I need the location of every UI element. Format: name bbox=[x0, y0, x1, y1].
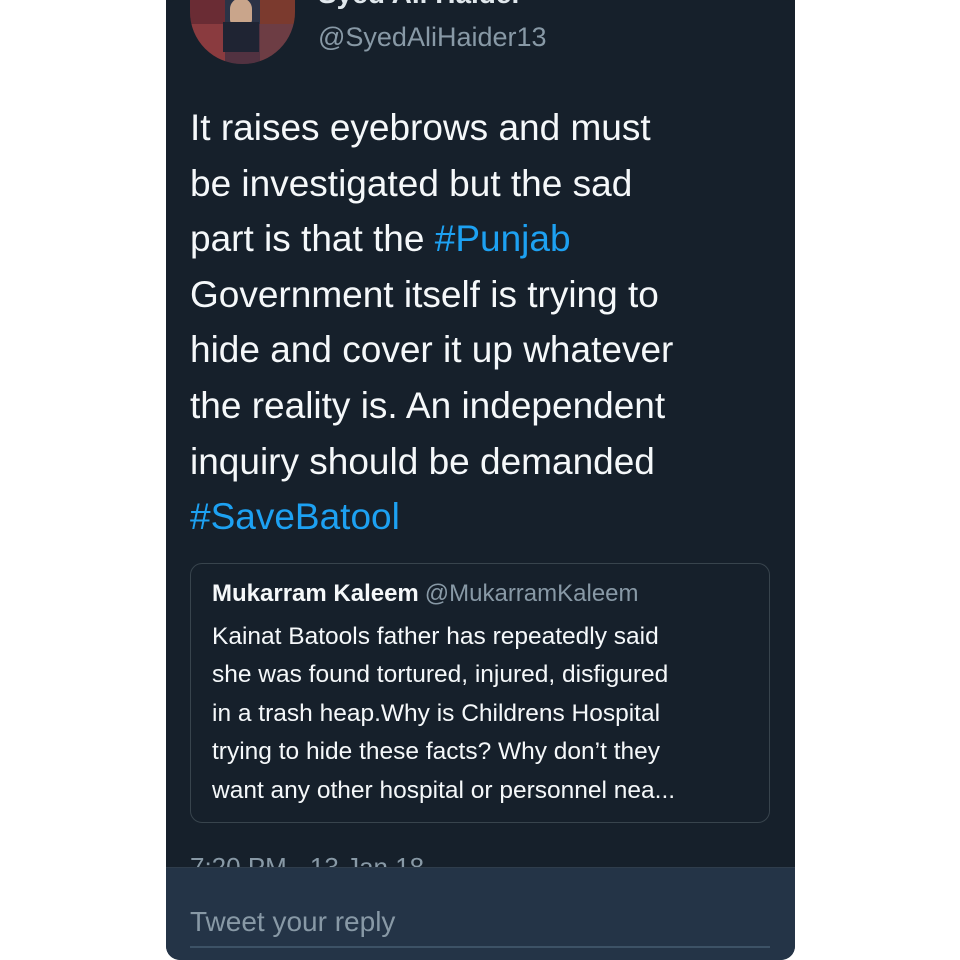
avatar-tile bbox=[190, 0, 225, 24]
quoted-author-handle: @MukarramKaleem bbox=[424, 580, 639, 607]
reply-bar bbox=[166, 867, 795, 960]
quoted-line: Kainat Batools father has repeatedly sai… bbox=[212, 623, 659, 650]
avatar-suit bbox=[223, 22, 259, 52]
tweet-detail-screen: Syed Ali Haider @SyedAliHaider13 It rais… bbox=[166, 0, 795, 960]
quoted-tweet-card[interactable]: Mukarram Kaleem @MukarramKaleem Kainat Ba… bbox=[190, 563, 770, 823]
avatar-tile bbox=[260, 24, 295, 64]
quoted-tweet-text: Kainat Batools father has repeatedly sai… bbox=[212, 618, 675, 810]
tweet-text-segment: It raises eyebrows and must bbox=[190, 107, 651, 148]
author-display-name[interactable]: Syed Ali Haider bbox=[318, 0, 522, 10]
avatar-face bbox=[230, 0, 252, 24]
tweet-text-segment: hide and cover it up whatever bbox=[190, 329, 674, 371]
tweet-line: It raises eyebrows and must bbox=[190, 100, 770, 156]
avatar[interactable] bbox=[190, 0, 295, 64]
avatar-tile bbox=[190, 24, 225, 64]
tweet-line: the reality is. An independent bbox=[190, 378, 770, 434]
reply-input[interactable] bbox=[190, 898, 770, 948]
tweet-text: It raises eyebrows and must be investiga… bbox=[190, 100, 770, 545]
tweet-line: Government itself is trying to bbox=[190, 267, 770, 323]
quoted-line: she was found tortured, injured, disfigu… bbox=[212, 661, 669, 689]
tweet-line: inquiry should be demanded bbox=[190, 434, 770, 490]
tweet-text-segment: inquiry should be demanded bbox=[190, 440, 655, 482]
tweet-line: hide and cover it up whatever bbox=[190, 322, 770, 378]
tweet-text-segment: be investigated but the sad bbox=[190, 162, 633, 204]
quoted-tweet-header: Mukarram Kaleem @MukarramKaleem bbox=[212, 580, 639, 608]
tweet-line: #SaveBatool bbox=[190, 489, 770, 545]
tweet-text-segment: part is that the bbox=[190, 218, 435, 260]
tweet-line: part is that the #Punjab bbox=[190, 211, 770, 267]
hashtag-punjab-link[interactable]: #Punjab bbox=[435, 218, 571, 259]
tweet-text-segment: Government itself is trying to bbox=[190, 273, 659, 315]
author-handle[interactable]: @SyedAliHaider13 bbox=[318, 22, 547, 53]
quoted-line: want any other hospital or personnel nea… bbox=[212, 776, 676, 804]
quoted-author-name: Mukarram Kaleem bbox=[212, 580, 419, 607]
tweet-text-segment: the reality is. An independent bbox=[190, 384, 666, 426]
quoted-line: in a trash heap.Why is Childrens Hospita… bbox=[212, 699, 661, 727]
hashtag-savebatool-link[interactable]: #SaveBatool bbox=[190, 496, 400, 537]
quoted-line: trying to hide these facts? Why don’t th… bbox=[212, 738, 661, 766]
tweet-line: be investigated but the sad bbox=[190, 156, 770, 212]
avatar-tile bbox=[260, 0, 295, 24]
